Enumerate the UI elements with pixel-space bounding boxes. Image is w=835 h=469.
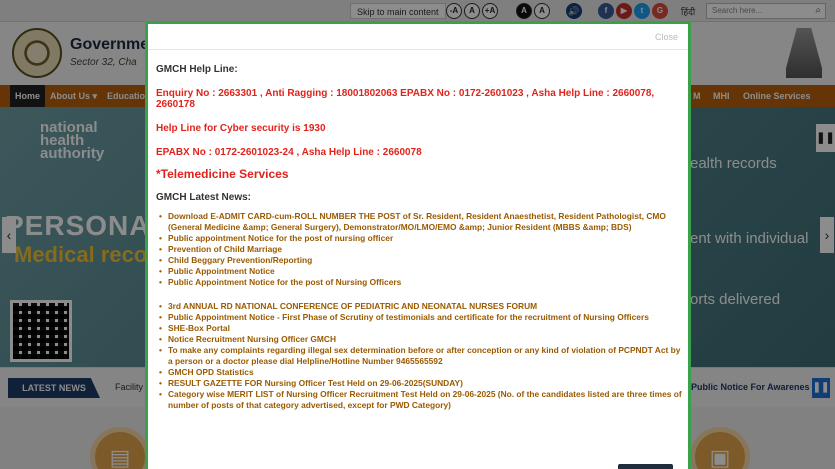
news-item[interactable]: Public Appointment Notice for the post o… <box>156 277 684 288</box>
news-list: Download E-ADMIT CARD-cum-ROLL NUMBER TH… <box>156 211 684 288</box>
news-item[interactable]: GMCH OPD Statistics <box>156 367 684 378</box>
modal-content: GMCH Help Line: Enquiry No : 2663301 , A… <box>156 64 684 411</box>
enquiry-numbers: Enquiry No : 2663301 , Anti Ragging : 18… <box>156 88 655 110</box>
news-item[interactable]: Public appointment Notice for the post o… <box>156 233 684 244</box>
news-item[interactable]: Public Appointment Notice <box>156 266 684 277</box>
news-item[interactable]: SHE-Box Portal <box>156 323 684 334</box>
cyber-helpline: Help Line for Cyber security is 1930 <box>156 123 326 134</box>
news-list: 3rd ANNUAL RD NATIONAL CONFERENCE OF PED… <box>156 301 684 411</box>
telemedicine-link[interactable]: *Telemedicine Services <box>156 168 684 180</box>
news-heading: GMCH Latest News: <box>156 192 252 203</box>
news-item[interactable]: Prevention of Child Marriage <box>156 244 684 255</box>
news-item[interactable]: To make any complaints regarding illegal… <box>156 345 684 367</box>
news-item[interactable]: RESULT GAZETTE FOR Nursing Officer Test … <box>156 378 684 389</box>
news-item[interactable]: Public Appointment Notice - First Phase … <box>156 312 684 323</box>
news-item[interactable]: 3rd ANNUAL RD NATIONAL CONFERENCE OF PED… <box>156 301 684 312</box>
modal-footer-button[interactable] <box>618 464 673 469</box>
announcement-modal: Close GMCH Help Line: Enquiry No : 26633… <box>145 21 691 469</box>
modal-divider <box>148 49 688 50</box>
epabx-numbers: EPABX No : 0172-2601023-24 , Asha Help L… <box>156 147 422 158</box>
news-item[interactable]: Child Beggary Prevention/Reporting <box>156 255 684 266</box>
news-item[interactable]: Notice Recruitment Nursing Officer GMCH <box>156 334 684 345</box>
helpline-heading: GMCH Help Line: <box>156 64 238 75</box>
news-item[interactable]: Download E-ADMIT CARD-cum-ROLL NUMBER TH… <box>156 211 684 233</box>
close-button[interactable]: Close <box>655 32 678 42</box>
news-item[interactable]: Category wise MERIT LIST of Nursing Offi… <box>156 389 684 411</box>
